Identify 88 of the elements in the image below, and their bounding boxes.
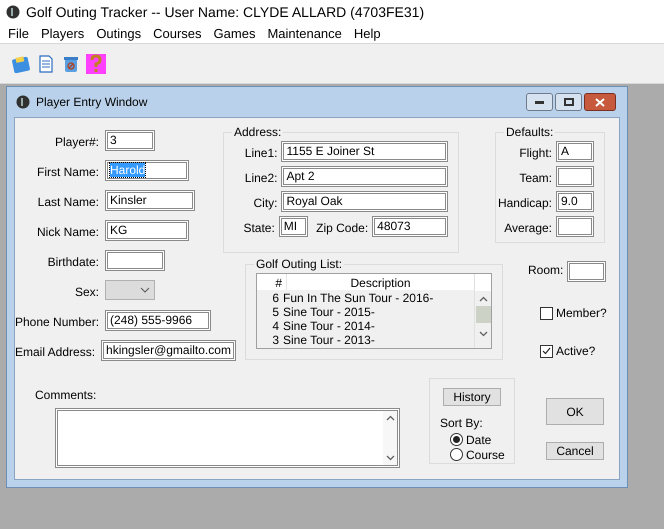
field-label: Handicap: — [498, 196, 552, 210]
dropdown-field[interactable] — [105, 280, 155, 300]
field-label: Line1: — [244, 146, 278, 160]
close-icon — [595, 98, 605, 106]
text-field[interactable]: 1155 E Joiner St — [281, 141, 448, 162]
minimize-button[interactable] — [526, 93, 553, 111]
group-label: Golf Outing List: — [254, 257, 344, 271]
scroll-down-icon[interactable] — [386, 455, 394, 461]
text-field[interactable]: Royal Oak — [281, 191, 448, 212]
text-field[interactable]: 48073 — [372, 216, 448, 237]
field-label: State: — [243, 221, 275, 235]
scroll-up-icon[interactable] — [478, 296, 488, 302]
table-cell: Sine Tour - 2013- — [283, 333, 375, 347]
restore-icon — [564, 98, 574, 106]
table-cell-text: 5 — [271, 305, 280, 319]
check-icon — [542, 347, 551, 355]
dialog-button[interactable]: Cancel — [546, 442, 604, 460]
table-cell: Sine Tour - 2015- — [283, 305, 375, 319]
field-label: Course — [466, 446, 505, 464]
table-cell-text: 4 — [271, 319, 280, 333]
field-label: Team: — [519, 171, 552, 185]
chevron-down-icon — [140, 287, 150, 293]
field-label: First Name: — [36, 165, 99, 179]
menu-item[interactable]: File — [2, 24, 35, 44]
field-label: Birthdate: — [48, 255, 99, 269]
radio-button[interactable] — [450, 433, 463, 446]
dialog-title: Player Entry Window — [36, 94, 148, 111]
dialog-button[interactable]: OK — [546, 398, 604, 425]
menu-item[interactable]: Help — [348, 24, 387, 44]
scrollbar[interactable] — [474, 274, 491, 348]
field-label: Member? — [556, 305, 607, 322]
field-label: Zip Code: — [316, 221, 368, 235]
field-label: Line2: — [244, 171, 278, 185]
field-label: Phone Number: — [15, 315, 100, 329]
field-label: Date — [466, 432, 492, 448]
menu-item[interactable]: Games — [208, 24, 262, 44]
field-label: Active? — [556, 343, 596, 360]
minimize-icon — [535, 100, 544, 104]
scroll-up-icon[interactable] — [386, 415, 394, 421]
field-label: Last Name: — [38, 195, 99, 209]
text-field[interactable]: Apt 2 — [281, 166, 448, 187]
field-label: Comments: — [35, 387, 98, 404]
window-title: Golf Outing Tracker -- User Name: CLYDE ALLARD (4703FE31) — [26, 2, 424, 22]
comments-field[interactable] — [55, 408, 400, 468]
menu-item[interactable]: Courses — [147, 24, 208, 44]
radio-button[interactable] — [450, 448, 463, 461]
field-label: Email Address: — [15, 345, 96, 359]
text-field[interactable] — [567, 261, 606, 282]
menu-item[interactable]: Outings — [90, 24, 148, 44]
app-icon — [16, 95, 30, 109]
field-label: Sort By: — [440, 415, 484, 432]
help-icon[interactable] — [86, 54, 106, 74]
field-label: City: — [253, 196, 278, 210]
field-label: Flight: — [519, 146, 552, 160]
table-cell-text: 3 — [271, 333, 280, 347]
group-label: Defaults: — [504, 125, 556, 139]
text-field[interactable]: Kinsler — [105, 190, 195, 211]
text-field[interactable] — [556, 166, 594, 187]
table-cell: Fun In The Sun Tour - 2016- — [283, 291, 434, 305]
menu-item[interactable]: Players — [34, 24, 90, 44]
text-field[interactable]: 9.0 — [556, 191, 594, 212]
column-header[interactable]: Description — [287, 274, 474, 290]
maximize-button[interactable] — [555, 93, 582, 111]
text-field[interactable]: A — [556, 141, 594, 162]
field-label: Player#: — [54, 135, 99, 149]
text-field[interactable]: KG — [105, 220, 189, 241]
table-cell-text: 6 — [271, 291, 280, 305]
text-field[interactable]: MI — [278, 216, 308, 237]
close-button[interactable] — [584, 93, 616, 111]
column-header[interactable]: # — [257, 274, 287, 290]
scroll-down-icon[interactable] — [478, 331, 488, 337]
scroll-thumb[interactable] — [476, 306, 490, 323]
menu-item[interactable]: Maintenance — [261, 24, 348, 44]
group-label: Address: — [232, 125, 284, 139]
text-field[interactable]: hkingsler@gmailto.com — [101, 340, 236, 361]
text-field[interactable] — [556, 216, 594, 237]
text-field[interactable] — [105, 250, 165, 271]
field-label: Nick Name: — [36, 225, 99, 239]
text-field[interactable]: 3 — [105, 130, 155, 151]
field-label: Room: — [528, 262, 564, 279]
field-label: Sex: — [74, 285, 99, 299]
table-cell: Sine Tour - 2014- — [283, 319, 375, 333]
app-icon — [6, 5, 20, 19]
checkbox[interactable] — [540, 306, 553, 320]
history-button[interactable]: History — [443, 388, 501, 406]
text-field[interactable]: (248) 555-9966 — [105, 310, 211, 331]
field-label: Average: — [504, 221, 552, 235]
checkbox[interactable] — [540, 344, 553, 358]
